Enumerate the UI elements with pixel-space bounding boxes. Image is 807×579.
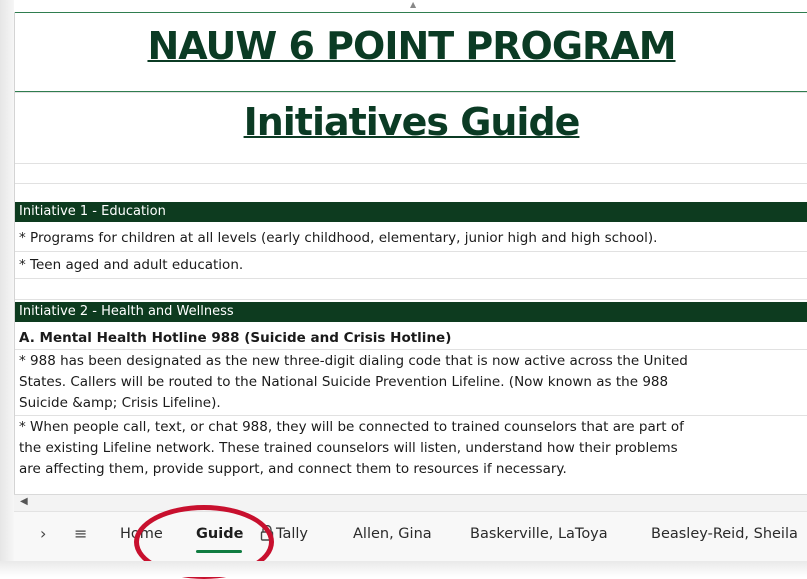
chevron-right-icon[interactable]: › xyxy=(40,524,46,543)
initiative1-item: * Programs for children at all levels (e… xyxy=(19,230,658,246)
lock-icon xyxy=(260,525,274,541)
gridline xyxy=(15,349,807,350)
tab-baskerville-latoya[interactable]: Baskerville, LaToya xyxy=(470,526,608,542)
paragraph-line: are affecting them, provide support, and… xyxy=(19,461,567,477)
gridline xyxy=(15,92,807,93)
gridline xyxy=(15,415,807,416)
gridline xyxy=(15,251,807,252)
gridline xyxy=(15,163,807,164)
gridline xyxy=(15,278,807,279)
tab-allen-gina[interactable]: Allen, Gina xyxy=(353,526,432,542)
paragraph-line: * 988 has been designated as the new thr… xyxy=(19,353,688,369)
paragraph-line: the existing Lifeline network. These tra… xyxy=(19,440,678,456)
tab-guide[interactable]: Guide xyxy=(196,526,243,542)
resize-handle[interactable]: ▲ xyxy=(410,1,416,9)
tab-home[interactable]: Home xyxy=(120,526,163,542)
menu-icon[interactable]: ≡ xyxy=(74,524,87,543)
gridline xyxy=(15,183,807,184)
window-shadow xyxy=(0,0,14,577)
horizontal-scrollbar[interactable]: ◀ xyxy=(14,494,807,512)
paragraph-line: * When people call, text, or chat 988, t… xyxy=(19,419,684,435)
spreadsheet-grid[interactable]: NAUW 6 POINT PROGRAM Initiatives Guide I… xyxy=(14,12,807,532)
sheet-title: NAUW 6 POINT PROGRAM xyxy=(147,24,676,68)
initiative1-item: * Teen aged and adult education. xyxy=(19,257,244,273)
sheet-subtitle: Initiatives Guide xyxy=(243,100,581,144)
paragraph-line: States. Callers will be routed to the Na… xyxy=(19,374,669,390)
sheet-tab-bar: › ≡ Home Guide Tally Allen, Gina Baskerv… xyxy=(14,511,807,562)
scroll-left-icon[interactable]: ◀ xyxy=(20,496,28,507)
tab-tally[interactable]: Tally xyxy=(276,526,308,542)
tab-beasley-reid-sheila[interactable]: Beasley-Reid, Sheila xyxy=(651,526,798,542)
initiative2-subheading: A. Mental Health Hotline 988 (Suicide an… xyxy=(19,330,452,346)
initiative2-header: Initiative 2 - Health and Wellness xyxy=(15,302,807,322)
paragraph-line: Suicide &amp; Crisis Lifeline). xyxy=(19,395,221,411)
active-tab-indicator xyxy=(196,550,242,553)
window-bottom-shadow xyxy=(0,561,807,577)
gridline xyxy=(15,299,807,300)
initiative1-header: Initiative 1 - Education xyxy=(15,202,807,222)
